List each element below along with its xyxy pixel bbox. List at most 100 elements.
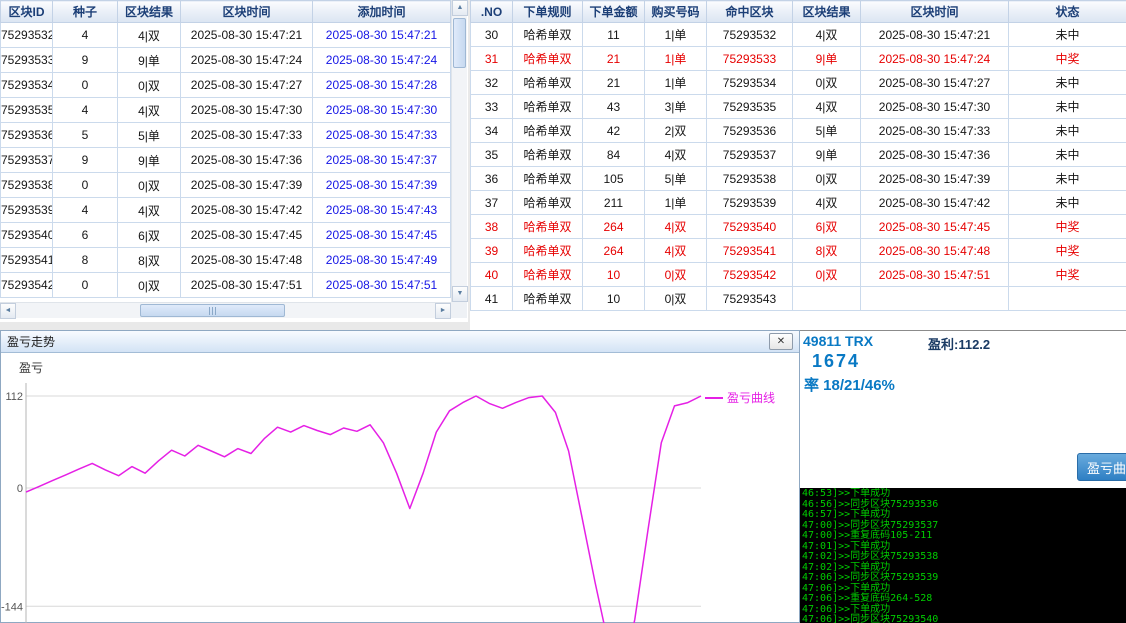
- table-row[interactable]: 7529353244|双2025-08-30 15:47:212025-08-3…: [1, 23, 451, 48]
- cell-block_time: 2025-08-30 15:47:36: [861, 143, 1009, 167]
- cell-number: 0|双: [645, 263, 707, 287]
- table-row[interactable]: 35哈希单双844|双752935379|单2025-08-30 15:47:3…: [471, 143, 1126, 167]
- scroll-right-icon[interactable]: ►: [435, 303, 451, 319]
- column-header[interactable]: 购买号码: [645, 1, 707, 23]
- cell-added_time: 2025-08-30 15:47:24: [313, 48, 451, 73]
- vertical-scrollbar[interactable]: ▲ ▼: [451, 0, 467, 302]
- cell-block_time: 2025-08-30 15:47:30: [861, 95, 1009, 119]
- cell-added_time: 2025-08-30 15:47:45: [313, 223, 451, 248]
- account-info-panel: 49811 TRX 盈利:112.2 1674 率 18/21/46% 盈亏曲线…: [800, 330, 1126, 623]
- cell-block_time: 2025-08-30 15:47:51: [181, 273, 313, 298]
- cell-block_time: 2025-08-30 15:47:24: [181, 48, 313, 73]
- cell-rule: 哈希单双: [513, 239, 583, 263]
- cell-seed: 6: [53, 223, 118, 248]
- column-header[interactable]: 状态: [1009, 1, 1126, 23]
- horizontal-scrollbar-thumb[interactable]: [140, 304, 285, 317]
- cell-block_id: 75293535: [1, 98, 53, 123]
- table-row[interactable]: 7529354066|双2025-08-30 15:47:452025-08-3…: [1, 223, 451, 248]
- table-row[interactable]: 40哈希单双100|双752935420|双2025-08-30 15:47:5…: [471, 263, 1126, 287]
- cell-block_id: 75293534: [1, 73, 53, 98]
- table-row[interactable]: 41哈希单双100|双75293543: [471, 287, 1126, 311]
- cell-block_time: 2025-08-30 15:47:39: [861, 167, 1009, 191]
- cell-status: 未中: [1009, 143, 1126, 167]
- cell-block_time: 2025-08-30 15:47:21: [861, 23, 1009, 47]
- table-row[interactable]: 7529353399|单2025-08-30 15:47:242025-08-3…: [1, 48, 451, 73]
- table-row[interactable]: 7529353655|单2025-08-30 15:47:332025-08-3…: [1, 123, 451, 148]
- cell-amount: 264: [583, 239, 645, 263]
- table-row[interactable]: 32哈希单双211|单752935340|双2025-08-30 15:47:2…: [471, 71, 1126, 95]
- legend-label: 盈亏曲线: [727, 389, 775, 406]
- cell-status: 中奖: [1009, 263, 1126, 287]
- cell-block_id: 75293536: [1, 123, 53, 148]
- column-header[interactable]: 下单规则: [513, 1, 583, 23]
- cell-seed: 4: [53, 198, 118, 223]
- column-header[interactable]: 下单金额: [583, 1, 645, 23]
- cell-number: 3|单: [645, 95, 707, 119]
- cell-block_id: 75293542: [1, 273, 53, 298]
- close-icon: ✕: [777, 336, 785, 347]
- scroll-up-icon[interactable]: ▲: [452, 0, 468, 16]
- cell-hit_block: 75293539: [707, 191, 793, 215]
- column-header[interactable]: .NO: [471, 1, 513, 23]
- close-button[interactable]: ✕: [769, 333, 793, 350]
- cell-result: 0|双: [793, 71, 861, 95]
- cell-result: 0|双: [118, 173, 181, 198]
- cell-rule: 哈希单双: [513, 119, 583, 143]
- vertical-scrollbar-thumb[interactable]: [453, 18, 466, 68]
- table-row[interactable]: 38哈希单双2644|双752935406|双2025-08-30 15:47:…: [471, 215, 1126, 239]
- cell-result: 4|双: [118, 98, 181, 123]
- cell-result: 4|双: [793, 95, 861, 119]
- log-line: 46:57]>>下单成功: [802, 510, 1124, 521]
- column-header[interactable]: 区块ID: [1, 1, 53, 23]
- table-row[interactable]: 36哈希单双1055|单752935380|双2025-08-30 15:47:…: [471, 167, 1126, 191]
- table-row[interactable]: 39哈希单双2644|双752935418|双2025-08-30 15:47:…: [471, 239, 1126, 263]
- cell-rule: 哈希单双: [513, 23, 583, 47]
- table-row[interactable]: 7529354188|双2025-08-30 15:47:482025-08-3…: [1, 248, 451, 273]
- column-header[interactable]: 区块结果: [793, 1, 861, 23]
- table-row[interactable]: 7529353544|双2025-08-30 15:47:302025-08-3…: [1, 98, 451, 123]
- profit-curve-button[interactable]: 盈亏曲线: [1077, 453, 1126, 481]
- cell-block_time: 2025-08-30 15:47:48: [181, 248, 313, 273]
- table-row[interactable]: 7529354200|双2025-08-30 15:47:512025-08-3…: [1, 273, 451, 298]
- horizontal-scrollbar[interactable]: ◄ ►: [0, 302, 451, 318]
- column-header[interactable]: 区块时间: [861, 1, 1009, 23]
- column-header[interactable]: 区块时间: [181, 1, 313, 23]
- cell-block_time: 2025-08-30 15:47:42: [181, 198, 313, 223]
- cell-number: 2|双: [645, 119, 707, 143]
- column-header[interactable]: 命中区块: [707, 1, 793, 23]
- column-header[interactable]: 添加时间: [313, 1, 451, 23]
- table-row[interactable]: 37哈希单双2111|单752935394|双2025-08-30 15:47:…: [471, 191, 1126, 215]
- cell-block_time: 2025-08-30 15:47:21: [181, 23, 313, 48]
- cell-amount: 10: [583, 263, 645, 287]
- svg-text:-144: -144: [1, 601, 23, 613]
- cell-result: 5|单: [793, 119, 861, 143]
- scroll-left-icon[interactable]: ◄: [0, 303, 16, 319]
- cell-result: 9|单: [793, 47, 861, 71]
- chart-window-title: 盈亏走势: [7, 333, 769, 350]
- cell-result: 6|双: [793, 215, 861, 239]
- scroll-down-icon[interactable]: ▼: [452, 286, 468, 302]
- cell-amount: 21: [583, 71, 645, 95]
- cell-status: 中奖: [1009, 215, 1126, 239]
- cell-rule: 哈希单双: [513, 287, 583, 311]
- order-table-header-row: .NO下单规则下单金额购买号码命中区块区块结果区块时间状态: [471, 1, 1126, 23]
- cell-status: 未中: [1009, 23, 1126, 47]
- chart-window-titlebar[interactable]: 盈亏走势 ✕: [1, 331, 799, 353]
- log-line: 47:02]>>同步区块75293538: [802, 552, 1124, 563]
- table-row[interactable]: 33哈希单双433|单752935354|双2025-08-30 15:47:3…: [471, 95, 1126, 119]
- table-row[interactable]: 7529353944|双2025-08-30 15:47:422025-08-3…: [1, 198, 451, 223]
- profit-text: 盈利:112.2: [928, 334, 990, 353]
- column-header[interactable]: 区块结果: [118, 1, 181, 23]
- column-header[interactable]: 种子: [53, 1, 118, 23]
- cell-result: 0|双: [118, 73, 181, 98]
- table-row[interactable]: 7529353400|双2025-08-30 15:47:272025-08-3…: [1, 73, 451, 98]
- cell-rule: 哈希单双: [513, 263, 583, 287]
- table-row[interactable]: 7529353799|单2025-08-30 15:47:362025-08-3…: [1, 148, 451, 173]
- table-row[interactable]: 7529353800|双2025-08-30 15:47:392025-08-3…: [1, 173, 451, 198]
- table-row[interactable]: 31哈希单双211|单752935339|单2025-08-30 15:47:2…: [471, 47, 1126, 71]
- cell-block_id: 75293540: [1, 223, 53, 248]
- table-row[interactable]: 30哈希单双111|单752935324|双2025-08-30 15:47:2…: [471, 23, 1126, 47]
- table-row[interactable]: 34哈希单双422|双752935365|单2025-08-30 15:47:3…: [471, 119, 1126, 143]
- log-console[interactable]: 46:53]>>下单成功46:56]>>同步区块7529353646:57]>>…: [800, 488, 1126, 623]
- win-rate-text: 率 18/21/46%: [804, 374, 895, 395]
